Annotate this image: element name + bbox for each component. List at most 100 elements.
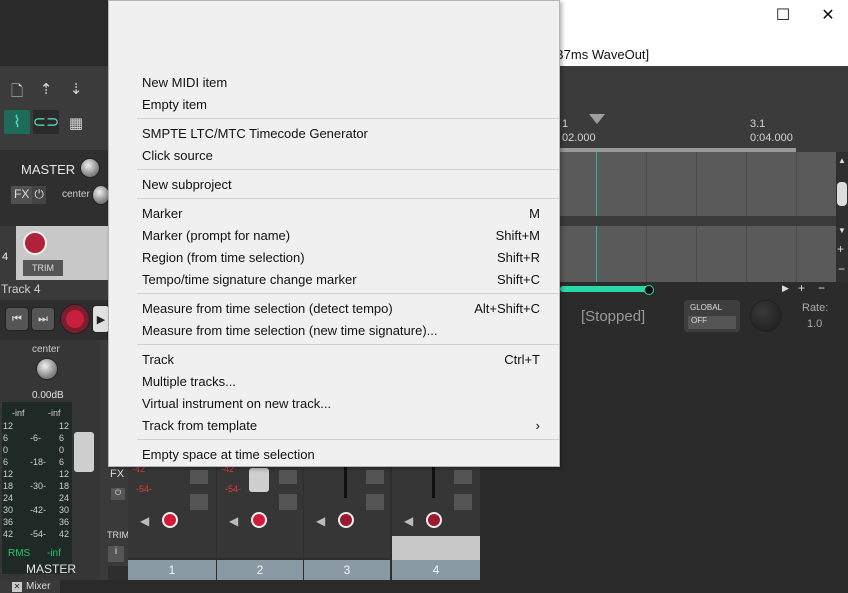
grid-icon[interactable]: ▦ (67, 114, 85, 132)
save-project-icon[interactable]: ⇣ (67, 80, 85, 98)
menu-item-region[interactable]: Region (from time selection) Shift+R (142, 246, 550, 268)
track-4-header: 4 TRIM (0, 226, 108, 280)
strip-2-fader[interactable] (249, 468, 269, 492)
mute-icon[interactable]: ◀ (316, 514, 325, 528)
strip-number-2[interactable]: 2 (217, 560, 303, 580)
mixer-strip-3: ◀ (304, 464, 390, 558)
mixer-pan-knob[interactable] (36, 358, 58, 380)
ruler-marker-2: 3.1 (750, 118, 766, 130)
mixer-strip-2: -42 -54- ◀ (217, 464, 303, 558)
mixer-master-strip: center 0.00dB -inf -inf 12 6 0 6 12 18 24 30 36 4… (0, 340, 100, 580)
scrollbar-thumb[interactable] (837, 182, 847, 206)
mixer-fx-button[interactable]: FX (106, 468, 128, 484)
maximize-button[interactable]: ☐ (760, 0, 806, 30)
mute-icon[interactable]: ◀ (404, 514, 413, 528)
timeline-ruler[interactable]: 1 02.000 3.1 0:04.000 (560, 112, 848, 152)
rms-value: -inf (47, 548, 61, 559)
menu-item-new-subproject[interactable]: New subproject (142, 173, 550, 195)
rms-label: RMS (8, 548, 31, 559)
meter-peak-left: -inf (12, 408, 25, 418)
mixer-info-button[interactable]: i (108, 546, 124, 562)
ripple-edit-button[interactable]: ⌇ (4, 110, 30, 134)
record-arm-icon[interactable] (338, 512, 354, 528)
menu-item-track[interactable]: Track Ctrl+T (142, 348, 550, 370)
menu-item-new-midi-item[interactable]: New MIDI item (142, 71, 550, 93)
track-lane-1[interactable] (560, 152, 836, 216)
mixer-db-value: 0.00dB (32, 390, 64, 401)
menu-item-empty-space[interactable]: Empty space at time selection (142, 443, 550, 465)
meter-scale-right: 12 6 0 6 12 18 24 30 36 42 (59, 421, 70, 539)
record-arm-icon[interactable] (162, 512, 178, 528)
track-number: 4 (2, 251, 9, 263)
rate-label: Rate: (802, 302, 829, 314)
strip-number-3[interactable]: 3 (304, 560, 390, 580)
open-project-icon[interactable]: ⇡ (37, 80, 55, 98)
docker-tab-bar: ✕ Mixer (0, 580, 848, 593)
meter-scale-mid: -6- -18- -30- -42- -54- (30, 433, 47, 539)
record-arm-button[interactable] (23, 231, 47, 255)
menu-item-track-from-template[interactable]: Track from template › (142, 414, 550, 436)
strip-4-selected-bg (392, 536, 480, 560)
mixer-tab[interactable]: ✕ Mixer (0, 580, 60, 593)
mixer-master-label: MASTER (26, 562, 77, 576)
menu-item-tempo-marker[interactable]: Tempo/time signature change marker Shift+… (142, 268, 550, 290)
main-toolbar: 🗋 ⇡ ⇣ ⌇ ⊂⊃ ▦ (0, 66, 108, 150)
record-arm-icon[interactable] (251, 512, 267, 528)
transport-status-area: ▶ + − [Stopped] GLOBAL OFF Rate: 1.0 (560, 281, 848, 338)
master-track-header: MASTER FX ⏻ center (0, 150, 110, 226)
zoom-out-icon[interactable]: − (838, 262, 845, 276)
mixer-strip-1: -42 -54- ◀ (128, 464, 216, 558)
h-zoom-out-icon[interactable]: − (818, 281, 825, 295)
menu-item-virtual-instrument[interactable]: Virtual instrument on new track... (142, 392, 550, 414)
menu-item-measure-new-timesig[interactable]: Measure from time selection (new time si… (142, 319, 550, 341)
strip-number-4[interactable]: 4 (392, 560, 480, 580)
mixer-pan-label: center (32, 344, 60, 355)
new-project-icon[interactable]: 🗋 (8, 83, 26, 102)
meter-peak-right: -inf (48, 408, 61, 418)
strip-number-1[interactable]: 1 (128, 560, 216, 580)
menu-item-empty-item[interactable]: Empty item (142, 93, 550, 115)
close-button[interactable]: ✕ (805, 0, 848, 30)
mute-icon[interactable]: ◀ (229, 514, 238, 528)
grouping-icon[interactable]: ⊂⊃ (33, 110, 59, 134)
playrate-knob[interactable] (750, 300, 782, 332)
menu-item-marker-prompt[interactable]: Marker (prompt for name) Shift+M (142, 224, 550, 246)
h-zoom-in-icon[interactable]: + (798, 281, 805, 295)
toolbar-background (0, 0, 108, 66)
menu-item-click-source[interactable]: Click source (142, 144, 550, 166)
meter-scale-left: 12 6 0 6 12 18 24 30 36 42 (3, 421, 14, 539)
master-fader[interactable] (74, 432, 94, 472)
transport-controls: ⏮ ⏭ ▶ (0, 300, 110, 340)
scroll-up-icon[interactable]: ▲ (838, 156, 846, 165)
mute-icon[interactable]: ◀ (140, 514, 149, 528)
scroll-down-icon[interactable]: ▼ (838, 226, 846, 235)
playhead-marker-icon[interactable] (589, 114, 605, 124)
menu-item-multiple-tracks[interactable]: Multiple tracks... (142, 370, 550, 392)
vertical-scrollbar[interactable]: ▲ ▼ + − (836, 152, 848, 282)
master-label: MASTER (21, 162, 76, 177)
ruler-time-1: 02.000 (562, 132, 596, 144)
menu-item-marker[interactable]: Marker M (142, 202, 550, 224)
go-to-end-button[interactable]: ⏭ (31, 307, 55, 331)
go-to-start-button[interactable]: ⏮ (5, 307, 29, 331)
record-arm-icon[interactable] (426, 512, 442, 528)
track-name: Track 4 (1, 282, 41, 296)
audio-status-text: B7ms WaveOut] (555, 47, 650, 62)
mixer-fx-power-icon[interactable]: ⏻ (111, 488, 125, 500)
transport-status: [Stopped] (581, 308, 646, 325)
track-lane-2[interactable] (560, 226, 836, 282)
record-button[interactable] (60, 304, 90, 334)
global-automation-button[interactable]: GLOBAL OFF (684, 300, 740, 332)
submenu-arrow-icon: › (535, 417, 540, 433)
arrange-header (560, 66, 848, 112)
trim-automation-button[interactable]: TRIM (23, 260, 63, 276)
menu-item-smpte-generator[interactable]: SMPTE LTC/MTC Timecode Generator (142, 122, 550, 144)
close-tab-icon: ✕ (12, 581, 22, 592)
master-fx-button[interactable]: FX ⏻ (11, 186, 46, 204)
master-volume-knob[interactable] (80, 158, 100, 178)
master-pan-label: center (62, 189, 90, 200)
menu-item-measure-detect-tempo[interactable]: Measure from time selection (detect temp… (142, 297, 550, 319)
zoom-in-icon[interactable]: + (837, 242, 844, 256)
scroll-right-icon[interactable]: ▶ (782, 283, 789, 294)
horizontal-scroll-thumb[interactable] (560, 286, 650, 292)
